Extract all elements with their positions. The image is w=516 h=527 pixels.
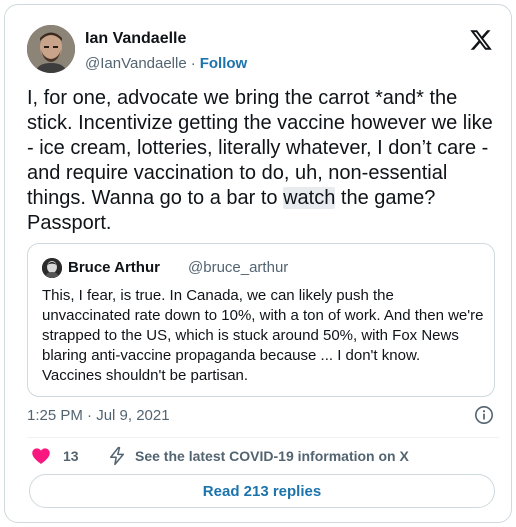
like-count[interactable]: 13 (63, 448, 79, 464)
lightning-bolt-icon (110, 446, 124, 466)
separator-dot: · (190, 55, 196, 72)
tweet-card: Ian Vandaelle @IanVandaelle · Follow I, fo… (4, 4, 512, 523)
divider (27, 437, 499, 438)
info-icon[interactable] (474, 405, 494, 425)
tweet-text: I, for one, advocate we bring the carrot… (27, 86, 499, 236)
quoted-tweet[interactable]: Bruce Arthur @bruce_arthur This, I fear,… (27, 243, 495, 397)
quoted-author-handle: @bruce_arthur (188, 259, 289, 276)
tweet-text-highlight: watch (283, 187, 336, 209)
action-bar: 13 See the latest COVID-19 information o… (27, 446, 499, 468)
author-avatar[interactable] (27, 25, 75, 73)
author-handle[interactable]: @IanVandaelle (85, 55, 187, 72)
quoted-author-avatar (42, 258, 62, 278)
read-replies-button[interactable]: Read 213 replies (29, 474, 495, 508)
follow-button[interactable]: Follow (200, 55, 248, 72)
tweet-timestamp[interactable]: 1:25 PM · Jul 9, 2021 (27, 407, 170, 424)
heart-icon[interactable] (31, 446, 51, 466)
x-logo-icon[interactable] (469, 28, 493, 52)
author-handle-row: @IanVandaelle · Follow (85, 55, 247, 72)
author-name[interactable]: Ian Vandaelle (85, 30, 186, 48)
quoted-author-name: Bruce Arthur (68, 259, 160, 276)
quoted-tweet-text: This, I fear, is true. In Canada, we can… (42, 287, 484, 384)
covid-info-link[interactable]: See the latest COVID-19 information on X (135, 448, 409, 464)
